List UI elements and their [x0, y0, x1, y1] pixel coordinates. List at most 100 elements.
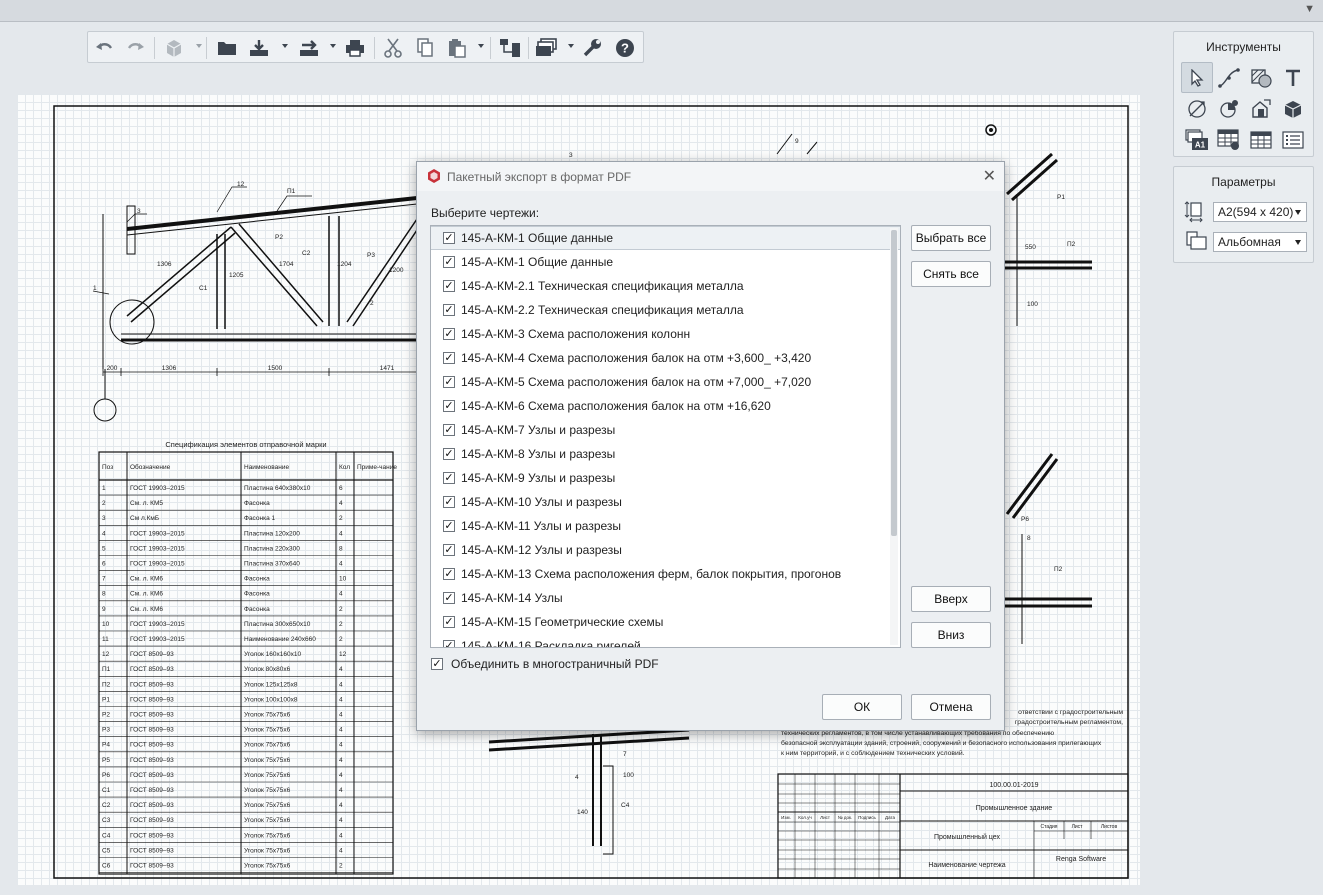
drawing-checkbox[interactable]: ✓ [443, 424, 455, 436]
wrench-icon[interactable] [582, 37, 604, 59]
drawing-checkbox[interactable]: ✓ [443, 280, 455, 292]
drawing-item-label: 145-А-КМ-11 Узлы и разрезы [461, 519, 622, 533]
spec-table-cell: ГОСТ 19903–2015 [130, 545, 185, 552]
spec-table-cell: ГОСТ 19903–2015 [130, 621, 185, 628]
chevron-down-icon[interactable]: ▼ [1304, 3, 1315, 15]
drawing-list-item[interactable]: ✓ 145-А-КМ-2.1 Техническая спецификация м… [431, 274, 900, 298]
drawing-checkbox[interactable]: ✓ [443, 328, 455, 340]
merge-pdf-option[interactable]: ✓ Объединить в многостраничный PDF [431, 657, 659, 671]
drawing-list-item[interactable]: ✓ 145-А-КМ-4 Схема расположения балок на … [431, 346, 900, 370]
drawing-list-item[interactable]: ✓ 145-А-КМ-10 Узлы и разрезы [431, 490, 900, 514]
section-tool-icon[interactable] [1213, 93, 1245, 124]
stamp-object: Промышленное здание [976, 805, 1053, 812]
drawing-list-item[interactable]: ✓ 145-А-КМ-2.2 Техническая спецификация м… [431, 298, 900, 322]
drawing-list-item[interactable]: ✓ 145-А-КМ-9 Узлы и разрезы [431, 466, 900, 490]
stamp-head-col: Подпись [858, 815, 876, 820]
cut-icon[interactable] [382, 37, 404, 59]
drawing-list-item[interactable]: ✓ 145-А-КМ-1 Общие данные [431, 226, 900, 250]
list-scrollbar[interactable] [890, 228, 898, 645]
drawing-list-item[interactable]: ✓ 145-А-КМ-6 Схема расположения балок на … [431, 394, 900, 418]
drawing-list-item[interactable]: ✓ 145-А-КМ-8 Узлы и разрезы [431, 442, 900, 466]
drawings-list[interactable]: ✓ 145-А-КМ-1 Общие данные ✓ 145-А-КМ-1 Общи… [430, 225, 901, 648]
export-icon[interactable] [298, 37, 320, 59]
drawing-checkbox[interactable]: ✓ [443, 568, 455, 580]
node-label: 100 [1027, 301, 1038, 308]
orientation-select[interactable]: Альбомная [1213, 232, 1307, 252]
drawing-checkbox[interactable]: ✓ [443, 352, 455, 364]
undo-icon[interactable] [94, 37, 116, 59]
spec-table-cell: 3 [102, 515, 106, 522]
spec-table-cell: 4 [102, 530, 106, 537]
model-3d-icon[interactable] [162, 37, 186, 59]
drawing-checkbox[interactable]: ✓ [443, 592, 455, 604]
drawing-checkbox[interactable]: ✓ [443, 640, 455, 647]
spec-table-cell: Уголок 160х160х10 [244, 651, 301, 658]
node-label: 7 [623, 751, 627, 758]
drawing-list-item[interactable]: ✓ 145-А-КМ-14 Узлы [431, 586, 900, 610]
paper-format-select[interactable]: A2(594 x 420) [1213, 202, 1307, 222]
spec-table-header: Наименование [244, 464, 289, 471]
drawing-checkbox[interactable]: ✓ [443, 544, 455, 556]
print-icon[interactable] [344, 37, 366, 59]
dimension-label: 1471 [380, 365, 395, 372]
redo-icon[interactable] [124, 37, 146, 59]
select-tool-icon[interactable] [1181, 62, 1213, 93]
drawing-checkbox[interactable]: ✓ [443, 448, 455, 460]
drawing-checkbox[interactable]: ✓ [443, 520, 455, 532]
drawing-checkbox[interactable]: ✓ [443, 496, 455, 508]
drawing-list-item[interactable]: ✓ 145-А-КМ-3 Схема расположения колонн [431, 322, 900, 346]
move-down-button[interactable]: Вниз [911, 622, 991, 648]
spec-table-header: Поз [102, 464, 113, 471]
move-up-button[interactable]: Вверх [911, 586, 991, 612]
deselect-all-button[interactable]: Снять все [911, 261, 991, 287]
drawing-checkbox[interactable]: ✓ [443, 472, 455, 484]
drawing-checkbox[interactable]: ✓ [443, 304, 455, 316]
dialog-title-bar: Пакетный экспорт в формат PDF ✕ [417, 162, 1004, 191]
drawing-item-label: 145-А-КМ-2.1 Техническая спецификация ме… [461, 279, 744, 293]
truss-label: 12 [237, 181, 245, 188]
spec-table-cell: Фасонка [244, 606, 270, 613]
drawing-list-item[interactable]: ✓ 145-А-КМ-12 Узлы и разрезы [431, 538, 900, 562]
drawing-item-label: 145-А-КМ-2.2 Техническая спецификация ме… [461, 303, 744, 317]
merge-checkbox[interactable]: ✓ [431, 658, 443, 670]
select-all-button[interactable]: Выбрать все [911, 225, 991, 251]
drawing-checkbox[interactable]: ✓ [443, 256, 455, 268]
views-icon[interactable] [534, 37, 558, 59]
scrollbar-thumb[interactable] [891, 230, 897, 536]
drawing-list-item[interactable]: ✓ 145-А-КМ-7 Узлы и разрезы [431, 418, 900, 442]
cancel-button[interactable]: Отмена [911, 694, 991, 720]
spec-table-cell: ГОСТ 8509–93 [130, 727, 174, 734]
dimension-tool-icon[interactable] [1181, 93, 1213, 124]
spec-table-cell: ГОСТ 8509–93 [130, 666, 174, 673]
drawing-list-item[interactable]: ✓ 145-А-КМ-5 Схема расположения балок на … [431, 370, 900, 394]
drawing-checkbox[interactable]: ✓ [443, 616, 455, 628]
hatch-tool-icon[interactable] [1245, 62, 1277, 93]
stamp-tool-icon[interactable]: A1 [1181, 124, 1213, 155]
copy-icon[interactable] [414, 37, 436, 59]
close-icon[interactable]: ✕ [983, 166, 996, 186]
folder-open-icon[interactable] [216, 37, 238, 59]
list-tool-icon[interactable] [1277, 124, 1309, 155]
drawing-checkbox[interactable]: ✓ [443, 232, 455, 244]
drawing-list-item[interactable]: ✓ 145-А-КМ-15 Геометрические схемы [431, 610, 900, 634]
table-tool-icon[interactable] [1213, 124, 1245, 155]
drawing-list-item[interactable]: ✓ 145-А-КМ-11 Узлы и разрезы [431, 514, 900, 538]
paste-icon[interactable] [446, 37, 468, 59]
drawing-list-item[interactable]: ✓ 145-А-КМ-16 Раскладка ригелей [431, 634, 900, 647]
line-tool-icon[interactable] [1213, 62, 1245, 93]
box-view-tool-icon[interactable] [1277, 93, 1309, 124]
drawing-list-item[interactable]: ✓ 145-А-КМ-13 Схема расположения ферм, ба… [431, 562, 900, 586]
spec-table-cell: 2 [102, 500, 106, 507]
stamp-head-col: № док. [838, 815, 852, 820]
drawing-list-item[interactable]: ✓ 145-А-КМ-1 Общие данные [431, 250, 900, 274]
import-icon[interactable] [248, 37, 270, 59]
text-tool-icon[interactable] [1277, 62, 1309, 93]
ok-button[interactable]: ОК [822, 694, 902, 720]
grid-table-tool-icon[interactable] [1245, 124, 1277, 155]
drawing-checkbox[interactable]: ✓ [443, 376, 455, 388]
view-tool-icon[interactable] [1245, 93, 1277, 124]
help-icon[interactable]: ? [614, 37, 636, 59]
drawing-item-label: 145-А-КМ-4 Схема расположения балок на о… [461, 351, 812, 365]
arrange-icon[interactable] [498, 37, 522, 59]
drawing-checkbox[interactable]: ✓ [443, 400, 455, 412]
